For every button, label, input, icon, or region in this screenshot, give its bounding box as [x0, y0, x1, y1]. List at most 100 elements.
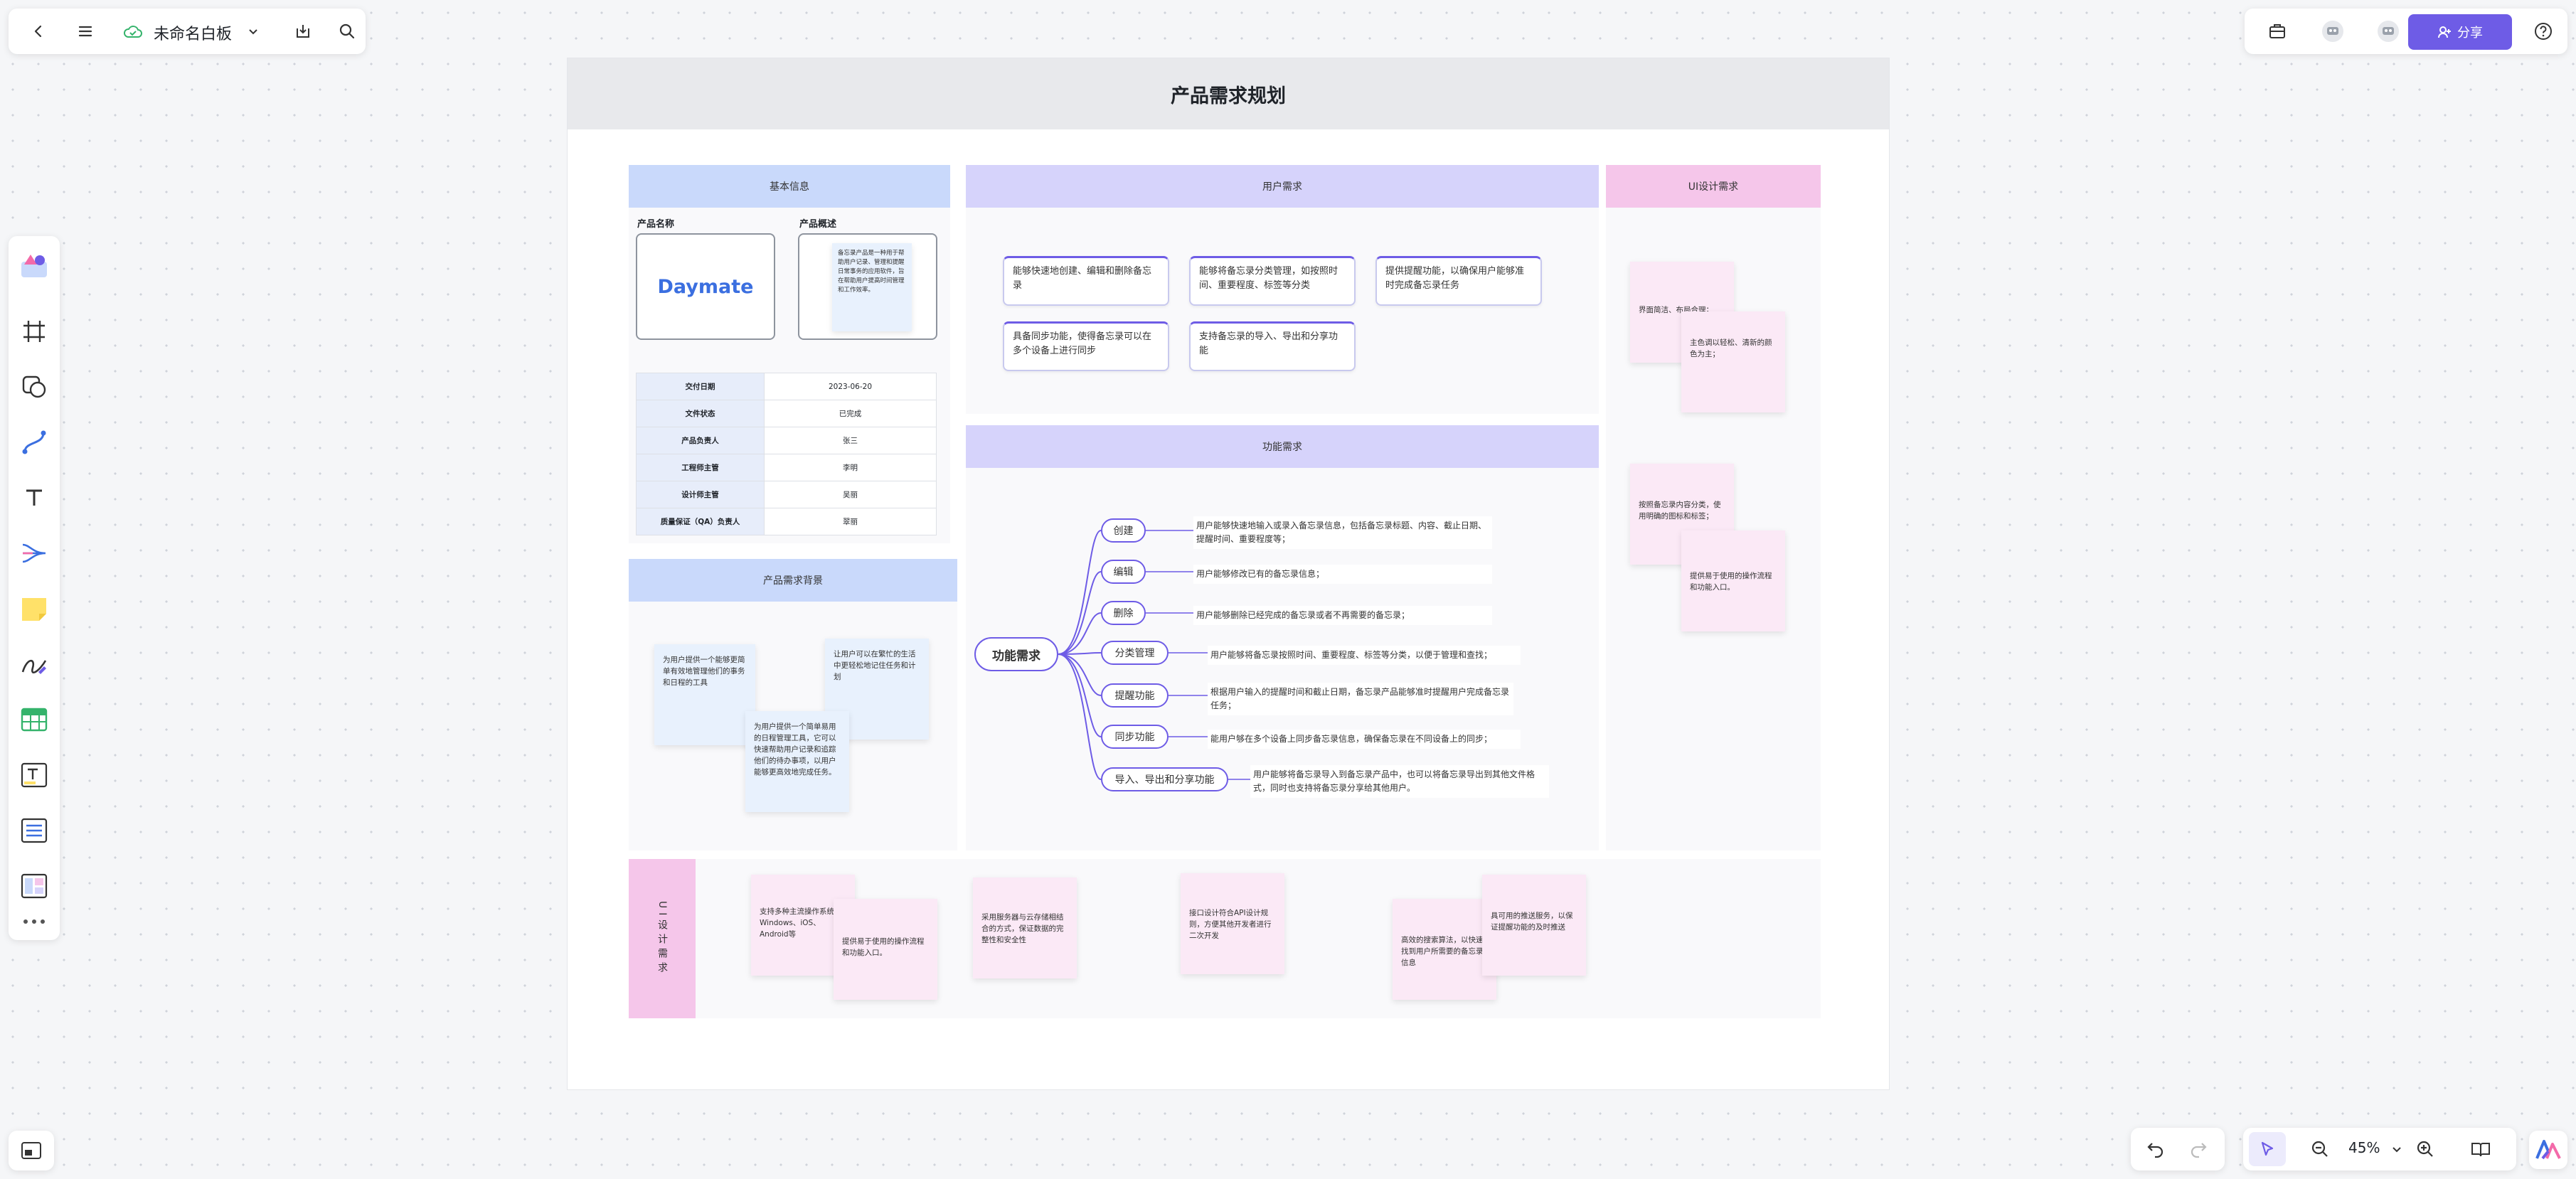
info-value: 已完成	[764, 400, 937, 427]
product-name-label: 产品名称	[637, 219, 675, 230]
select-cursor-icon[interactable]	[2249, 1132, 2286, 1166]
avatar[interactable]	[2314, 13, 2351, 50]
zoom-out-icon[interactable]	[2303, 1132, 2337, 1166]
info-key: 文件状态	[636, 400, 765, 427]
info-key: 产品负责人	[636, 427, 765, 454]
basic-info-section[interactable]: 基本信息 产品名称 产品概述 Daymate 备忘录产品是一种用于帮助用户记录、…	[629, 165, 950, 543]
sticky-note[interactable]: 提供易于使用的操作流程和功能入口。	[834, 899, 937, 1000]
share-button[interactable]: 分享	[2408, 14, 2512, 50]
sticky-note[interactable]: 采用服务器与云存储相结合的方式，保证数据的完整性和安全性	[973, 877, 1077, 978]
frame-icon[interactable]	[16, 313, 53, 350]
zoom-level[interactable]: 45%	[2348, 1139, 2380, 1156]
branch-description: 根据用户输入的提醒时间和截止日期，备忘录产品能够准时提醒用户完成备忘录任务；	[1208, 683, 1513, 715]
chevron-down-icon[interactable]	[2388, 1141, 2405, 1158]
background-section[interactable]: 产品需求背景 为用户提供一个能够更简单有效地管理他们的事务和日程的工具 让用户可…	[629, 559, 957, 850]
info-row: 质量保证（QA）负责人 翠丽	[636, 508, 937, 535]
sticky-note-icon[interactable]	[16, 590, 53, 627]
board-title[interactable]: 未命名白板	[154, 21, 232, 44]
sticky-note[interactable]: 提供易于使用的操作流程和功能入口。	[1681, 530, 1785, 631]
whiteboard-frame[interactable]: 产品需求规划 基本信息 产品名称 产品概述 Daymate 备忘录产品是一种用于…	[568, 58, 1889, 1089]
mindmap-branch[interactable]: 创建	[1101, 518, 1146, 543]
requirement-card[interactable]: 提供提醒功能，以确保用户能够准时完成备忘录任务	[1375, 256, 1542, 306]
help-icon[interactable]	[2525, 13, 2562, 50]
user-req-section[interactable]: 用户需求 能够快速地创建、编辑和删除备忘录 能够将备忘录分类管理，如按照时间、重…	[966, 165, 1599, 414]
mindmap-branch[interactable]: 同步功能	[1101, 725, 1169, 749]
info-row: 设计师主管 吴丽	[636, 481, 937, 508]
product-name-card[interactable]: Daymate	[636, 233, 775, 340]
product-name: Daymate	[657, 275, 754, 298]
product-desc-label: 产品概述	[799, 219, 837, 230]
chevron-down-icon[interactable]	[245, 23, 262, 40]
back-icon[interactable]	[20, 13, 57, 50]
mindmap-branch[interactable]: 提醒功能	[1101, 683, 1169, 708]
more-icon[interactable]	[16, 909, 53, 934]
layout-icon[interactable]	[16, 868, 53, 905]
ai-assistant-icon[interactable]	[2529, 1131, 2567, 1169]
requirement-card[interactable]: 能够快速地创建、编辑和删除备忘录	[1003, 256, 1169, 306]
info-table: 交付日期 2023-06-20 文件状态 已完成 产品负责人 张三 工程师主管 李明 设计师主管…	[636, 373, 937, 535]
shape-icon[interactable]	[16, 368, 53, 405]
top-right-toolbar: 分享	[2245, 9, 2567, 54]
mindmap-branch[interactable]: 分类管理	[1101, 641, 1169, 665]
connector-icon[interactable]	[16, 424, 53, 461]
section-header: 基本信息	[629, 165, 950, 208]
ui-bottom-section[interactable]: UI设计需求 支持多种主流操作系统，Windows、iOS、Android等 提…	[629, 859, 1821, 1018]
section-header: 产品需求背景	[629, 559, 957, 602]
product-desc-note[interactable]: 备忘录产品是一种用于帮助用户记录、管理和提醒日常事务的应用软件，旨在帮助用户提高…	[832, 243, 912, 331]
branch-description: 用户能够将备忘录按照时间、重要程度、标签等分类，以便于管理和查找；	[1208, 646, 1521, 665]
search-icon[interactable]	[329, 13, 366, 50]
branch-description: 用户能够修改已有的备忘录信息；	[1193, 565, 1492, 584]
avatar[interactable]	[2370, 13, 2407, 50]
left-tool-palette	[9, 236, 60, 940]
section-side-label: UI设计需求	[629, 859, 696, 1018]
sticky-note[interactable]: 具可用的推送服务，以保证提醒功能的及时推送	[1482, 875, 1586, 976]
mindmap-branch[interactable]: 编辑	[1101, 560, 1146, 584]
redo-icon[interactable]	[2181, 1132, 2216, 1166]
requirement-card[interactable]: 能够将备忘录分类管理，如按照时间、重要程度、标签等分类	[1189, 256, 1356, 306]
undo-icon[interactable]	[2138, 1132, 2173, 1166]
zoom-bar: 45%	[2243, 1128, 2516, 1170]
zoom-in-icon[interactable]	[2408, 1132, 2442, 1166]
sticky-note[interactable]: 为用户提供一个简单易用的日程管理工具，它可以快速帮助用户记录和追踪他们的待办事项…	[745, 711, 849, 812]
branch-description: 能用户够在多个设备上同步备忘录信息，确保备忘录在不同设备上的同步；	[1208, 730, 1521, 749]
text-icon[interactable]	[16, 479, 53, 516]
ui-bottom-label: UI设计需求	[656, 900, 668, 977]
import-icon[interactable]	[284, 13, 321, 50]
cloud-sync-icon	[122, 23, 144, 40]
minimap-button[interactable]	[9, 1131, 54, 1170]
info-row: 文件状态 已完成	[636, 400, 937, 427]
user-add-icon	[2438, 26, 2451, 38]
mindmap-branch[interactable]: 导入、导出和分享功能	[1101, 767, 1228, 791]
info-key: 设计师主管	[636, 481, 765, 508]
info-key: 交付日期	[636, 373, 765, 400]
undo-redo-bar	[2131, 1128, 2225, 1170]
share-label: 分享	[2457, 26, 2483, 41]
board-heading: 产品需求规划	[568, 58, 1889, 129]
mindmap-root[interactable]: 功能需求	[974, 637, 1058, 671]
mindmap-icon[interactable]	[16, 535, 53, 572]
sticky-note[interactable]: 高效的搜索算法，以快速找到用户所需要的备忘录信息	[1393, 899, 1496, 1000]
template-icon[interactable]	[16, 247, 53, 284]
table-icon[interactable]	[16, 701, 53, 738]
requirement-card[interactable]: 具备同步功能，使得备忘录可以在多个设备上进行同步	[1003, 321, 1169, 371]
book-icon[interactable]	[2464, 1132, 2498, 1166]
section-header: 用户需求	[966, 165, 1599, 208]
func-req-section[interactable]: 功能需求 功能需求 创建 用户能够快速地输入或录入备忘录信息，包括备忘录标题、内…	[966, 425, 1599, 850]
textbox-icon[interactable]	[16, 757, 53, 794]
requirement-card[interactable]: 支持备忘录的导入、导出和分享功能	[1189, 321, 1356, 371]
ui-req-section[interactable]: UI设计需求 界面简洁、布局合理； 主色调以轻松、清新的颜色为主； 按照备忘录内…	[1606, 165, 1821, 850]
info-row: 产品负责人 张三	[636, 427, 937, 454]
mindmap-branch[interactable]: 删除	[1101, 601, 1146, 625]
sticky-note[interactable]: 接口设计符合API设计规则，方便其他开发者进行二次开发	[1181, 873, 1284, 974]
product-desc-card[interactable]: 备忘录产品是一种用于帮助用户记录、管理和提醒日常事务的应用软件，旨在帮助用户提高…	[798, 233, 937, 340]
sticky-note[interactable]: 为用户提供一个能够更简单有效地管理他们的事务和日程的工具	[654, 644, 755, 745]
info-value: 翠丽	[764, 508, 937, 535]
branch-description: 用户能够快速地输入或录入备忘录信息，包括备忘录标题、内容、截止日期、提醒时间、重…	[1193, 516, 1492, 549]
pen-icon[interactable]	[16, 646, 53, 683]
menu-icon[interactable]	[67, 13, 104, 50]
list-icon[interactable]	[16, 812, 53, 849]
info-row: 交付日期 2023-06-20	[636, 373, 937, 400]
info-value: 李明	[764, 454, 937, 481]
sticky-note[interactable]: 主色调以轻松、清新的颜色为主；	[1681, 311, 1785, 412]
toolbox-icon[interactable]	[2259, 13, 2296, 50]
